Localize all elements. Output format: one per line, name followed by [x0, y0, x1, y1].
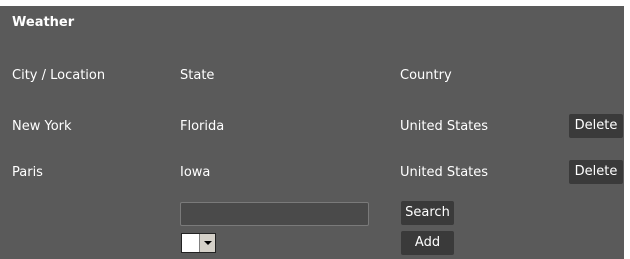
row-1-city: New York — [12, 119, 72, 134]
header-state: State — [180, 68, 215, 83]
select-value — [182, 234, 199, 252]
row-1-country: United States — [400, 119, 489, 134]
delete-button[interactable]: Delete — [569, 160, 623, 184]
delete-button[interactable]: Delete — [569, 114, 623, 138]
header-city: City / Location — [12, 68, 106, 83]
chevron-down-icon[interactable] — [199, 234, 215, 252]
search-input[interactable] — [180, 202, 369, 226]
row-2-country: United States — [400, 165, 489, 180]
row-1-state: Florida — [180, 119, 225, 134]
row-2-state: Iowa — [180, 165, 211, 180]
add-button[interactable]: Add — [401, 231, 454, 255]
weather-panel: Weather City / Location State Country Ne… — [0, 0, 630, 259]
section-title: Weather — [12, 15, 75, 30]
search-button[interactable]: Search — [401, 201, 454, 225]
row-2-city: Paris — [12, 165, 43, 180]
header-country: Country — [400, 68, 452, 83]
location-select[interactable] — [181, 233, 216, 253]
